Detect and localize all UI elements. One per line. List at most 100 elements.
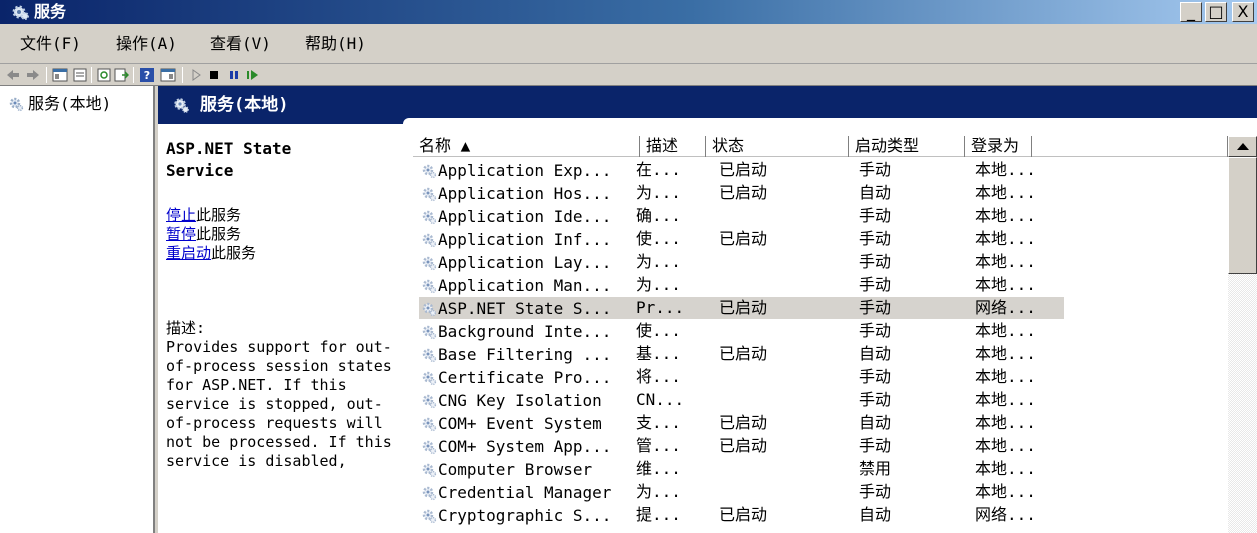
service-row[interactable]: COM+ Event System 支... 已启动 自动 本地... [413,412,1228,435]
service-logon-cell: 本地... [975,206,1036,225]
restart-service-link[interactable]: 重启动 [166,244,211,262]
forward-arrow-icon[interactable] [25,67,41,83]
start-service-icon[interactable] [188,67,204,83]
tree-item-services-local[interactable]: 服务(本地) [8,93,111,115]
pause-service-icon[interactable] [226,67,242,83]
service-description-cell: 使... [636,321,681,340]
service-startup-cell: 手动 [859,206,892,225]
restart-service-icon[interactable] [245,67,261,83]
service-gear-icon [422,279,437,293]
service-startup-cell: 自动 [859,344,892,363]
service-row[interactable]: Computer Browser 维... 禁用 本地... [413,458,1228,481]
minimize-button[interactable]: _ [1180,2,1202,22]
service-gear-icon [422,417,437,431]
service-description-cell: 为... [636,252,681,271]
service-details: ASP.NET State Service 停止此服务 暂停此服务 重启动此服务… [166,138,401,533]
service-row[interactable]: ASP.NET State S... Pr... 已启动 手动 网络... [413,297,1228,320]
column-header-status[interactable]: 状态 [706,136,849,157]
service-name: Application Lay... [438,252,612,272]
service-status-cell [719,366,849,389]
service-status-cell [719,389,849,412]
service-gear-icon [422,463,437,477]
service-name-cell: COM+ Event System [421,412,647,435]
service-name: Computer Browser [438,459,593,479]
service-name: ASP.NET State S... [438,298,612,318]
service-description-cell: 提... [636,505,681,524]
stop-service-action: 停止此服务 [166,206,401,225]
service-name-cell: COM+ System App... [421,435,647,458]
service-row[interactable]: Application Inf... 使... 已启动 手动 本地... [413,228,1228,251]
service-row[interactable]: Application Exp... 在... 已启动 手动 本地... [413,159,1228,182]
service-description-cell: 为... [636,482,681,501]
gear-icon [9,97,24,112]
gear-icon [174,98,189,113]
action-suffix: 此服务 [211,244,257,262]
service-gear-icon [422,371,437,385]
console-tree: 服务(本地) [0,86,155,533]
toolbar-separator [182,67,183,83]
service-status-cell: 已启动 [719,160,768,179]
service-status-cell: 已启动 [719,436,768,455]
pane-title: 服务(本地) [200,95,289,115]
service-gear-icon [422,164,437,178]
service-row[interactable]: Certificate Pro... 将... 手动 本地... [413,366,1228,389]
service-startup-cell: 自动 [859,505,892,524]
refresh-icon[interactable] [96,67,112,83]
close-button[interactable]: X [1232,2,1254,22]
export-list-icon[interactable] [113,67,129,83]
service-description-cell: 将... [636,367,681,386]
stop-service-icon[interactable] [206,67,222,83]
menu-file[interactable]: 文件(F) [20,33,81,55]
column-header-name[interactable]: 名称 ▲ [413,136,640,157]
service-row[interactable]: Application Lay... 为... 手动 本地... [413,251,1228,274]
service-startup-cell: 手动 [859,482,892,501]
back-arrow-icon[interactable] [5,67,21,83]
service-row[interactable]: CNG Key Isolation CN... 手动 本地... [413,389,1228,412]
menu-view[interactable]: 查看(V) [210,33,271,55]
properties-icon[interactable] [72,67,88,83]
service-description-cell: 维... [636,459,681,478]
column-header-startup-type[interactable]: 启动类型 [849,136,965,157]
stop-service-link[interactable]: 停止 [166,206,196,224]
service-row[interactable]: Application Ide... 确... 手动 本地... [413,205,1228,228]
service-startup-cell: 手动 [859,436,892,455]
service-rows: Application Exp... 在... 已启动 手动 本地... Applicat… [413,159,1228,527]
scroll-up-button[interactable] [1228,136,1257,157]
service-gear-icon [422,509,437,523]
show-hide-tree-icon[interactable] [52,67,68,83]
service-logon-cell: 本地... [975,275,1036,294]
service-startup-cell: 手动 [859,367,892,386]
service-row[interactable]: Base Filtering ... 基... 已启动 自动 本地... [413,343,1228,366]
service-row[interactable]: Application Man... 为... 手动 本地... [413,274,1228,297]
menu-help[interactable]: 帮助(H) [305,33,366,55]
tree-item-label: 服务(本地) [28,94,112,113]
maximize-button[interactable]: □ [1205,2,1227,22]
help-icon[interactable]: ? [139,67,155,83]
service-logon-cell: 本地... [975,252,1036,271]
service-status-cell [719,320,849,343]
scroll-thumb[interactable] [1228,157,1257,274]
service-row[interactable]: Cryptographic S... 提... 已启动 自动 网络... [413,504,1228,527]
menu-action[interactable]: 操作(A) [116,33,177,55]
service-logon-cell: 本地... [975,459,1036,478]
pause-service-link[interactable]: 暂停 [166,225,196,243]
service-name-cell: Background Inte... [421,320,647,343]
service-startup-cell: 手动 [859,298,892,317]
service-row[interactable]: COM+ System App... 管... 已启动 手动 本地... [413,435,1228,458]
service-logon-cell: 本地... [975,482,1036,501]
service-description-cell: 为... [636,183,681,202]
show-action-pane-icon[interactable] [160,67,176,83]
vertical-scrollbar[interactable] [1228,136,1257,533]
service-name: Application Inf... [438,229,612,249]
selected-service-name: ASP.NET State Service [166,139,292,180]
window-title: 服务 [34,2,67,21]
service-row[interactable]: Application Hos... 为... 已启动 自动 本地... [413,182,1228,205]
service-description-cell: 支... [636,413,681,432]
service-name-cell: Certificate Pro... [421,366,647,389]
service-name: Certificate Pro... [438,367,612,387]
service-startup-cell: 手动 [859,275,892,294]
column-header-description[interactable]: 描述 [640,136,706,157]
service-row[interactable]: Credential Manager 为... 手动 本地... [413,481,1228,504]
service-row[interactable]: Background Inte... 使... 手动 本地... [413,320,1228,343]
column-header-log-on-as[interactable]: 登录为 [965,136,1032,157]
